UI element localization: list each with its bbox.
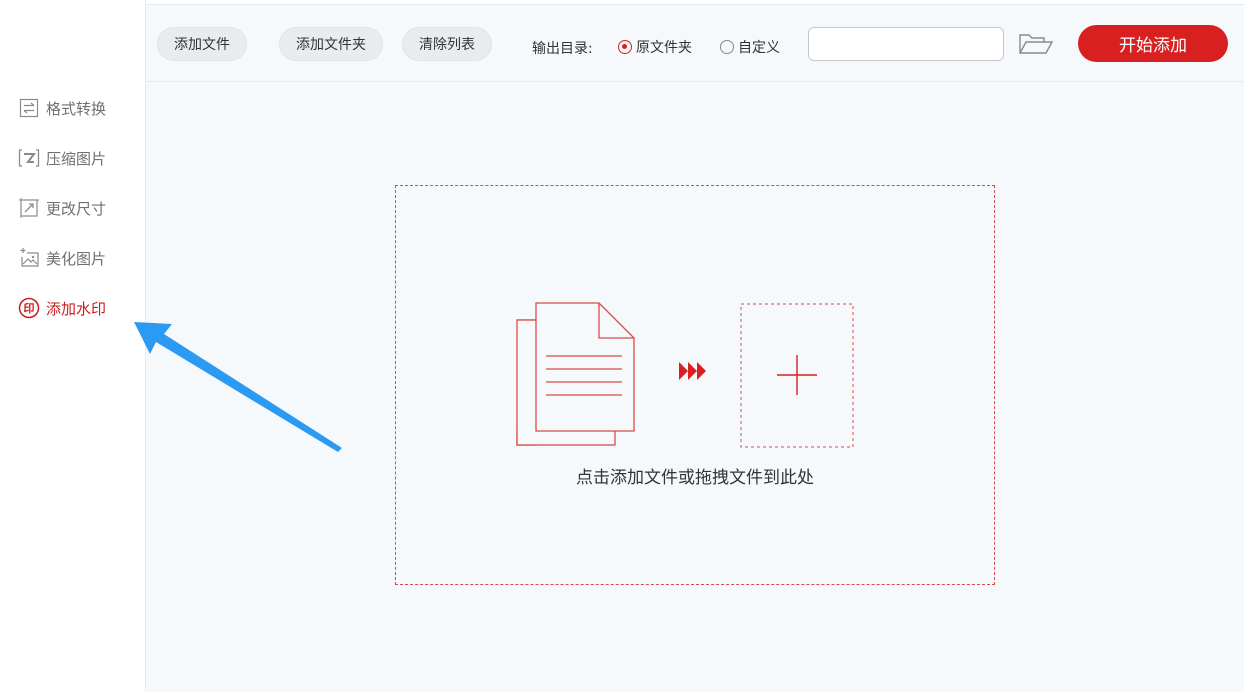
output-dir-label: 输出目录: — [532, 41, 593, 57]
sidebar-item-label: 格式转换 — [46, 99, 107, 118]
documents-icon — [516, 302, 635, 446]
output-path-input[interactable] — [808, 27, 1004, 61]
triple-arrow-icon — [679, 362, 706, 380]
file-dropzone[interactable]: 点击添加文件或拖拽文件到此处 — [395, 185, 995, 585]
radio-unchecked-indicator — [720, 40, 734, 54]
add-folder-button[interactable]: 添加文件夹 — [279, 27, 383, 61]
main-panel: 添加文件 添加文件夹 清除列表 输出目录: 原文件夹 自定义 开始添加 点击添加… — [146, 4, 1244, 692]
plus-icon — [777, 355, 817, 395]
toolbar: 添加文件 添加文件夹 清除列表 输出目录: 原文件夹 自定义 开始添加 — [146, 5, 1244, 82]
sidebar-item-label: 压缩图片 — [46, 149, 107, 168]
radio-custom-label: 自定义 — [738, 40, 780, 56]
dropzone-hint: 点击添加文件或拖拽文件到此处 — [576, 468, 814, 488]
browse-folder-button[interactable] — [1018, 31, 1054, 57]
sidebar-item-compress-image[interactable]: 压缩图片 — [18, 145, 106, 171]
watermark-icon: 印 — [18, 297, 40, 319]
folder-open-icon — [1018, 34, 1054, 54]
beautify-image-icon — [18, 247, 40, 269]
sidebar-item-beautify-image[interactable]: 美化图片 — [18, 245, 106, 271]
sidebar: 格式转换 压缩图片 更改尺寸 美化图片 印 添加水印 — [0, 0, 146, 691]
dropzone-illustration — [516, 302, 854, 448]
format-convert-icon — [18, 97, 40, 119]
resize-icon — [18, 197, 40, 219]
sidebar-item-resize[interactable]: 更改尺寸 — [18, 195, 106, 221]
add-file-button[interactable]: 添加文件 — [157, 27, 247, 61]
radio-original-folder[interactable]: 原文件夹 — [618, 37, 692, 57]
sidebar-item-label: 美化图片 — [46, 249, 107, 268]
sidebar-item-label: 更改尺寸 — [46, 199, 107, 218]
radio-original-label: 原文件夹 — [636, 40, 692, 56]
sidebar-item-add-watermark[interactable]: 印 添加水印 — [18, 295, 106, 321]
sidebar-item-format-convert[interactable]: 格式转换 — [18, 95, 106, 121]
clear-list-button[interactable]: 清除列表 — [402, 27, 492, 61]
app-window: 格式转换 压缩图片 更改尺寸 美化图片 印 添加水印 添加文件 添加文件夹 清除… — [0, 0, 1244, 692]
radio-custom-folder[interactable]: 自定义 — [720, 37, 780, 57]
start-button[interactable]: 开始添加 — [1078, 25, 1228, 62]
watermark-icon-glyph: 印 — [24, 302, 35, 315]
compress-image-icon — [18, 147, 40, 169]
radio-checked-indicator — [618, 40, 632, 54]
sidebar-item-label: 添加水印 — [46, 299, 107, 318]
